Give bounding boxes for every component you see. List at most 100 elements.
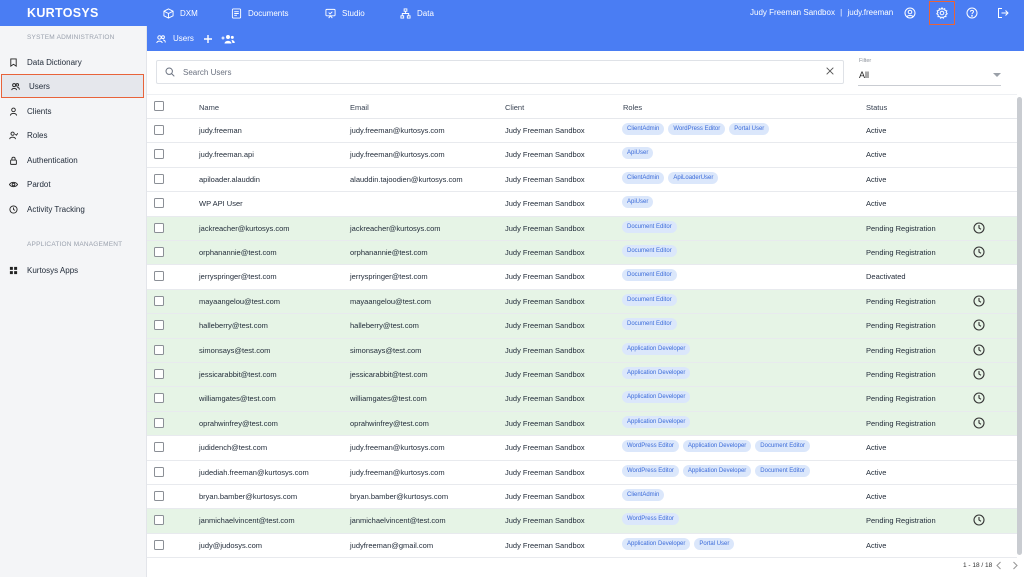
- row-checkbox[interactable]: [154, 491, 164, 501]
- nav-data[interactable]: Data: [400, 0, 434, 26]
- row-checkbox[interactable]: [154, 442, 164, 453]
- user-name-cell: halleberry@test.com: [199, 321, 268, 331]
- sidebar-item-clients[interactable]: Clients: [0, 99, 146, 123]
- add-users-icon[interactable]: [221, 34, 235, 44]
- table-row[interactable]: judy@judosys.com judyfreeman@gmail.com Jud…: [147, 534, 1017, 559]
- resend-invite-clock-icon[interactable]: [973, 295, 985, 307]
- roles-cell: ApiUser: [622, 196, 654, 209]
- logout-button[interactable]: [995, 5, 1011, 21]
- role-tag: Document Editor: [622, 245, 677, 257]
- chevron-left-icon[interactable]: [995, 561, 1003, 570]
- user-status-cell: Active: [866, 174, 887, 184]
- table-row[interactable]: judy.freeman judy.freeman@kurtosys.com Jud…: [147, 119, 1017, 144]
- table-row[interactable]: simonsays@test.com simonsays@test.com Judy…: [147, 338, 1017, 363]
- resend-invite-clock-icon[interactable]: [973, 368, 985, 380]
- row-checkbox[interactable]: [154, 369, 164, 379]
- table-row[interactable]: jackreacher@kurtosys.com jackreacher@kurt…: [147, 216, 1017, 241]
- table-row[interactable]: apiloader.alauddin alauddin.tajoodien@kur…: [147, 168, 1017, 193]
- sidebar-item-pardot[interactable]: Pardot: [0, 172, 146, 196]
- resend-invite-clock-icon[interactable]: [973, 246, 985, 258]
- user-name-cell: janmichaelvincent@test.com: [199, 516, 295, 526]
- kurtosys-logo[interactable]: KURTOSYS: [27, 6, 99, 20]
- sidebar-item-activity-tracking[interactable]: Activity Tracking: [0, 197, 146, 221]
- select-all-checkbox[interactable]: [154, 101, 164, 111]
- table-row[interactable]: bryan.bamber@kurtosys.com bryan.bamber@ku…: [147, 485, 1017, 510]
- row-checkbox[interactable]: [154, 173, 164, 184]
- table-row[interactable]: halleberry@test.com halleberry@test.com Ju…: [147, 314, 1017, 339]
- table-row[interactable]: jerryspringer@test.com jerryspringer@test…: [147, 265, 1017, 290]
- document-icon: [231, 7, 242, 19]
- search-bar[interactable]: [156, 60, 844, 84]
- table-row[interactable]: judy.freeman.api judy.freeman@kurtosys.co…: [147, 143, 1017, 168]
- sidebar-item-roles[interactable]: Roles: [0, 123, 146, 147]
- sidebar-item-users[interactable]: Users: [1, 74, 144, 98]
- table-row[interactable]: judediah.freeman@kurtosys.com judy.freema…: [147, 461, 1017, 485]
- nav-studio[interactable]: Studio: [325, 0, 365, 26]
- row-checkbox[interactable]: [154, 222, 164, 233]
- user-icon: [9, 107, 18, 116]
- row-checkbox[interactable]: [154, 344, 164, 355]
- column-header-email[interactable]: Email: [350, 103, 369, 112]
- user-name-cell: judidench@test.com: [199, 443, 268, 453]
- table-row[interactable]: oprahwinfrey@test.com oprahwinfrey@test.c…: [147, 411, 1017, 437]
- column-header-name[interactable]: Name: [199, 103, 219, 112]
- resend-invite-clock-icon[interactable]: [973, 319, 985, 331]
- resend-invite-clock-icon[interactable]: [973, 514, 985, 526]
- resend-invite-clock-icon[interactable]: [973, 392, 985, 404]
- table-row[interactable]: WP API User Judy Freeman Sandbox Active Api…: [147, 192, 1017, 217]
- sidebar-item-label: Activity Tracking: [27, 204, 85, 214]
- user-client-cell: Judy Freeman Sandbox: [505, 248, 585, 257]
- column-header-client[interactable]: Client: [505, 103, 524, 112]
- studio-icon: [325, 8, 336, 18]
- row-checkbox[interactable]: [154, 393, 164, 404]
- add-icon[interactable]: [203, 34, 213, 44]
- roles-cell: ClientAdmin ApiLoaderUser: [622, 171, 719, 184]
- settings-button[interactable]: [934, 5, 950, 21]
- row-checkbox[interactable]: [154, 515, 164, 526]
- roles-cell: Application Developer: [622, 415, 691, 428]
- nav-dxm[interactable]: DXM: [163, 0, 198, 26]
- table-row[interactable]: orphanannie@test.com orphanannie@test.com…: [147, 241, 1017, 266]
- row-checkbox[interactable]: [154, 466, 164, 477]
- table-row[interactable]: judidench@test.com judy.freeman@kurtosys.…: [147, 436, 1017, 461]
- user-client-cell: Judy Freeman Sandbox: [505, 126, 585, 135]
- resend-invite-clock-icon[interactable]: [973, 417, 985, 429]
- table-row[interactable]: janmichaelvincent@test.com janmichaelvinc…: [147, 509, 1017, 534]
- row-checkbox[interactable]: [154, 271, 164, 282]
- search-input[interactable]: [183, 67, 803, 77]
- row-checkbox[interactable]: [154, 539, 164, 550]
- chevron-down-icon: [993, 73, 1001, 77]
- row-checkbox[interactable]: [154, 320, 164, 331]
- table-row[interactable]: williamgates@test.com williamgates@test.c…: [147, 387, 1017, 412]
- resend-invite-clock-icon[interactable]: [973, 222, 985, 234]
- nav-documents[interactable]: Documents: [231, 0, 288, 26]
- user-client-cell: Judy Freeman Sandbox: [505, 418, 585, 428]
- column-header-roles[interactable]: Roles: [623, 103, 642, 112]
- vertical-scrollbar[interactable]: [1017, 97, 1022, 555]
- sidebar-item-data-dictionary[interactable]: Data Dictionary: [0, 50, 146, 74]
- table-row[interactable]: mayaangelou@test.com mayaangelou@test.com…: [147, 289, 1017, 315]
- roles-cell: Document Editor: [622, 269, 677, 282]
- roles-cell: ClientAdmin: [622, 489, 665, 501]
- sidebar-item-authentication[interactable]: Authentication: [0, 148, 146, 172]
- row-checkbox[interactable]: [154, 417, 164, 428]
- clear-search-icon[interactable]: [825, 66, 835, 76]
- user-client-cell: Judy Freeman Sandbox: [505, 223, 585, 233]
- profile-button[interactable]: [902, 5, 918, 21]
- user-client-cell: Judy Freeman Sandbox: [505, 321, 585, 331]
- row-checkbox[interactable]: [154, 149, 164, 160]
- chevron-right-icon[interactable]: [1011, 561, 1019, 570]
- row-checkbox[interactable]: [154, 247, 164, 257]
- sidebar-item-kurtosys-apps[interactable]: Kurtosys Apps: [0, 258, 146, 282]
- sidebar: SYSTEM ADMINISTRATION Data Dictionary Us…: [0, 26, 147, 577]
- table-row[interactable]: jessicarabbit@test.com jessicarabbit@test…: [147, 363, 1017, 388]
- tenant-user-info[interactable]: Judy Freeman Sandbox | judy.freeman: [750, 8, 893, 17]
- user-email-cell: mayaangelou@test.com: [350, 296, 431, 306]
- resend-invite-clock-icon[interactable]: [973, 344, 985, 356]
- filter-select[interactable]: Filter All: [858, 58, 1001, 86]
- help-button[interactable]: [964, 5, 980, 21]
- row-checkbox[interactable]: [154, 295, 164, 306]
- column-header-status[interactable]: Status: [866, 103, 887, 112]
- row-checkbox[interactable]: [154, 125, 164, 135]
- row-checkbox[interactable]: [154, 198, 164, 209]
